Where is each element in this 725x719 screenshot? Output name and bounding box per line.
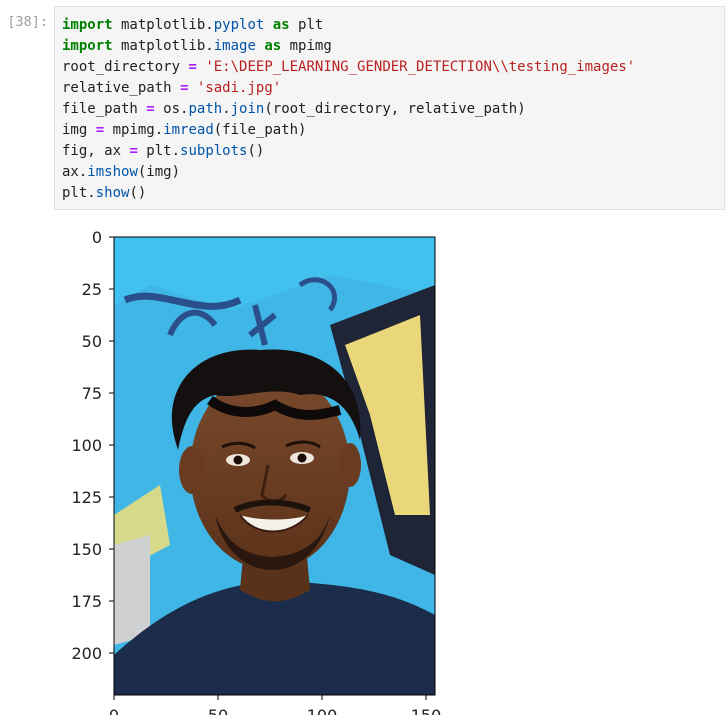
code-token: () xyxy=(129,185,147,201)
code-token: matplotlib xyxy=(112,38,206,54)
y-tick-label: 175 xyxy=(71,592,102,611)
code-token: 'sadi.jpg' xyxy=(196,80,282,96)
code-token: . xyxy=(205,38,214,54)
code-token: . xyxy=(171,143,181,159)
code-line: file_path = os.path.join(root_directory,… xyxy=(62,99,635,120)
imshow-figure: 0 25 50 75 100 125 150 175 200 0 50 100 150 xyxy=(71,228,442,719)
code-line: plt.show() xyxy=(62,183,635,204)
cell-output: 0 25 50 75 100 125 150 175 200 0 50 100 150 xyxy=(0,215,725,719)
code-token: . xyxy=(205,17,214,33)
code-token: as xyxy=(272,17,290,33)
code-token: import xyxy=(62,17,113,33)
y-axis: 0 25 50 75 100 125 150 175 200 xyxy=(71,228,114,663)
code-token: img xyxy=(62,122,96,138)
code-token: relative_path xyxy=(62,80,181,96)
x-tick-label: 150 xyxy=(411,706,442,715)
y-tick-label: 50 xyxy=(82,332,102,351)
code-token: imread xyxy=(163,122,214,138)
code-token: pyplot xyxy=(213,17,265,33)
code-token: file_path xyxy=(62,101,147,117)
code-token: 'E:\DEEP_LEARNING_GENDER_DETECTION\\test… xyxy=(205,59,636,75)
code-token: (root_directory, relative_path) xyxy=(264,101,526,117)
code-token: show xyxy=(95,185,130,201)
code-token: (file_path) xyxy=(213,122,307,138)
code-token: root_directory xyxy=(62,59,189,75)
code-cell-editor[interactable]: import matplotlib.pyplot as plt import ma… xyxy=(54,6,725,210)
x-tick-label: 50 xyxy=(208,706,228,715)
x-axis: 0 50 100 150 xyxy=(109,695,442,719)
code-token: path xyxy=(188,101,223,117)
code-line: import matplotlib.pyplot as plt xyxy=(62,15,635,36)
code-token: = xyxy=(188,59,197,75)
code-line: relative_path = 'sadi.jpg' xyxy=(62,78,635,99)
y-tick-label: 25 xyxy=(82,280,102,299)
y-tick-label: 100 xyxy=(71,436,102,455)
code-line: import matplotlib.image as mpimg xyxy=(62,36,635,57)
y-tick-label: 75 xyxy=(82,384,102,403)
code-token: . xyxy=(154,122,164,138)
code-token: join xyxy=(230,101,265,117)
code-token: . xyxy=(87,185,96,201)
code-line: fig, ax = plt.subplots() xyxy=(62,141,635,162)
x-tick-label: 100 xyxy=(307,706,338,715)
code-line: img = mpimg.imread(file_path) xyxy=(62,120,635,141)
code-token: subplots xyxy=(180,143,248,159)
code-token: mpimg xyxy=(281,38,332,54)
code-token: = xyxy=(95,122,105,138)
code-block[interactable]: import matplotlib.pyplot as plt import ma… xyxy=(62,15,635,204)
code-token: os xyxy=(154,101,181,117)
code-token: = xyxy=(129,143,138,159)
y-tick-label: 150 xyxy=(71,540,102,559)
code-token: mpimg xyxy=(104,122,155,138)
y-tick-label: 0 xyxy=(92,228,102,247)
code-token: import xyxy=(62,38,113,54)
code-token: () xyxy=(247,143,265,159)
code-token: image xyxy=(213,38,256,54)
code-token: matplotlib xyxy=(112,17,206,33)
code-token: . xyxy=(222,101,231,117)
code-token: plt xyxy=(289,17,324,33)
code-token: = xyxy=(146,101,155,117)
code-token: (img) xyxy=(137,164,181,180)
cell-prompt: [38]: xyxy=(7,14,48,30)
photo-image xyxy=(114,237,435,695)
code-token: ax xyxy=(62,164,79,180)
code-token: imshow xyxy=(87,164,138,180)
code-token: plt xyxy=(62,185,88,201)
code-token: as xyxy=(264,38,282,54)
code-token: plt xyxy=(137,143,172,159)
code-token: fig, ax xyxy=(62,143,130,159)
code-line: root_directory = 'E:\DEEP_LEARNING_GENDE… xyxy=(62,57,635,78)
code-line: ax.imshow(img) xyxy=(62,162,635,183)
x-tick-label: 0 xyxy=(109,706,119,715)
y-tick-label: 200 xyxy=(71,644,102,663)
y-tick-label: 125 xyxy=(71,488,102,507)
